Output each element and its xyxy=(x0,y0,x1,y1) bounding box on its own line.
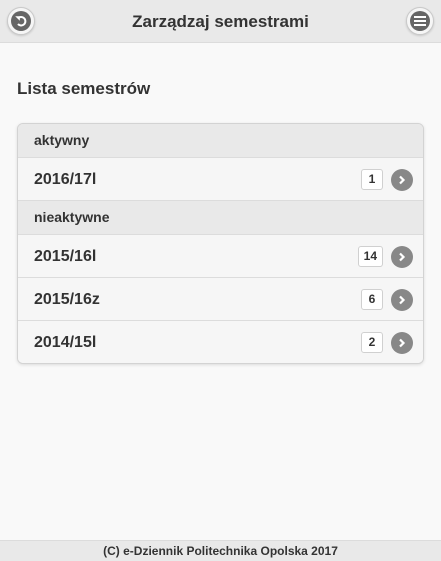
semester-label: 2014/15l xyxy=(34,334,97,351)
semester-row[interactable]: 2014/15l 2 xyxy=(18,321,423,363)
semester-row[interactable]: 2015/16l 14 xyxy=(18,235,423,278)
semester-label: 2015/16z xyxy=(34,291,100,308)
semester-label: 2016/17l xyxy=(34,171,97,188)
list-title: Lista semestrów xyxy=(17,79,151,98)
semester-label: 2015/16l xyxy=(34,248,97,265)
semester-row[interactable]: 2016/17l 1 xyxy=(18,158,423,201)
chevron-right-icon xyxy=(391,332,413,354)
chevron-right-icon xyxy=(391,246,413,268)
menu-button[interactable] xyxy=(406,7,434,35)
menu-icon xyxy=(410,11,430,31)
group-divider-inactive: nieaktywne xyxy=(18,201,423,235)
count-badge: 6 xyxy=(361,289,383,310)
page-title: Zarządzaj semestrami xyxy=(132,12,309,31)
back-undo-icon xyxy=(11,11,31,31)
semester-row[interactable]: 2015/16z 6 xyxy=(18,278,423,321)
count-badge: 14 xyxy=(357,246,383,267)
footer: (C) e-Dziennik Politechnika Opolska 2017 xyxy=(0,540,441,561)
count-badge: 1 xyxy=(361,169,383,190)
header-bar: Zarządzaj semestrami xyxy=(0,0,441,43)
back-button[interactable] xyxy=(7,7,35,35)
group-divider-active: aktywny xyxy=(18,124,423,158)
chevron-right-icon xyxy=(391,289,413,311)
semester-list: aktywny 2016/17l 1 nieaktywne 2015/16l 1… xyxy=(17,123,424,364)
chevron-right-icon xyxy=(391,169,413,191)
count-badge: 2 xyxy=(361,332,383,353)
